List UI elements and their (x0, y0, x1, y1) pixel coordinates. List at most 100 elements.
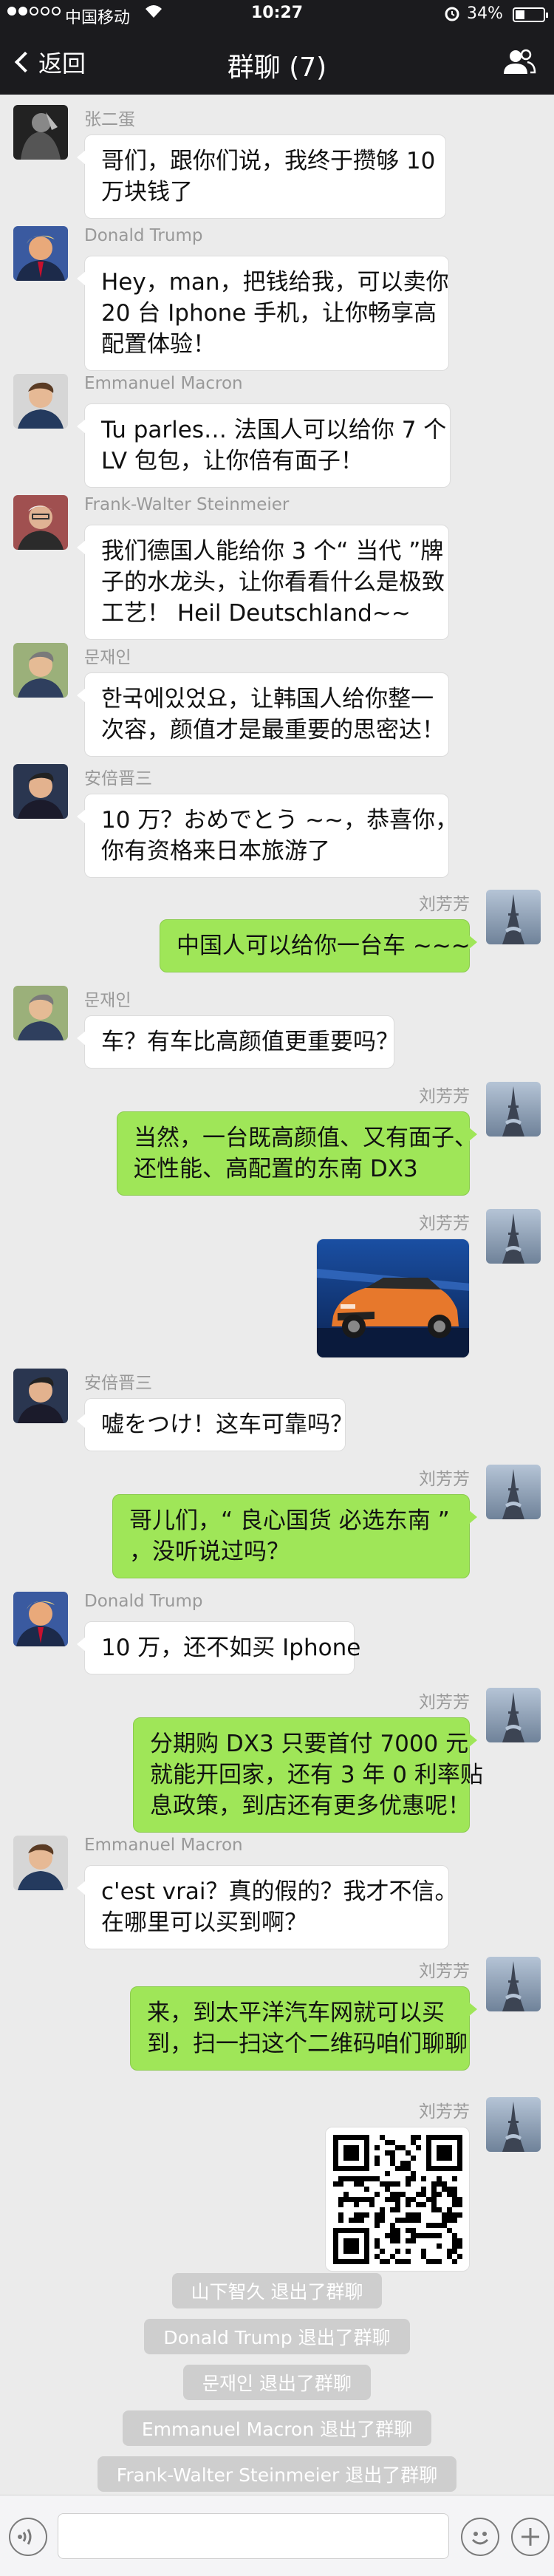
message-text-line: 工艺！ Heil Deutschland~~ (101, 600, 411, 627)
battery-fill (516, 10, 524, 19)
message-text-line: 车？有车比高颜值更重要吗？ (101, 1029, 399, 1055)
sender-name: Frank-Walter Steinmeier (84, 495, 290, 514)
avatar[interactable] (13, 1592, 68, 1646)
avatar[interactable] (13, 986, 68, 1040)
message-text-line: 在哪里可以买到啊？ (101, 1909, 307, 1936)
sender-name: Emmanuel Macron (84, 1836, 243, 1855)
plus-icon[interactable] (511, 2518, 550, 2556)
sender-name: 张二蛋 (84, 110, 135, 129)
avatar[interactable] (13, 226, 68, 281)
avatar[interactable] (13, 1369, 68, 1423)
qr-code-image[interactable] (325, 2127, 470, 2272)
avatar[interactable] (13, 1836, 68, 1890)
avatar[interactable] (486, 1957, 541, 2011)
message-text-line: 20 台 Iphone 手机，让你畅享高 (101, 300, 437, 327)
system-notice: 山下智久 退出了群聊 (0, 2273, 554, 2308)
message-text-line: 配置体验！ (101, 331, 216, 358)
message-bubble[interactable]: 分期购 DX3 只要首付 7000 元就能开回家，还有 3 年 0 利率贴 息政策… (133, 1717, 483, 1833)
message-text-line: 嘘をつけ！这车可靠吗？ (101, 1411, 353, 1438)
sender-name: 문재인 (84, 991, 131, 1010)
avatar[interactable] (486, 1082, 541, 1137)
sender-name: 刘芳芳 (419, 1470, 470, 1489)
input-bar (0, 2495, 554, 2576)
message-text-line: ，没听说过吗？ (129, 1539, 290, 1565)
message-text-line: 息政策，到店还有更多优惠呢！ (150, 1793, 471, 1819)
message-text-line: 子的水龙头，让你看看什么是极致 (101, 569, 445, 596)
message-bubble[interactable]: 当然，一台既高颜值、又有面子、 还性能、高配置的东南 DX3 (117, 1111, 477, 1196)
message-input[interactable] (58, 2513, 449, 2559)
system-notice: 문재인 退出了群聊 (0, 2365, 554, 2400)
message-bubble[interactable]: 10 万，还不如买 Iphone (77, 1621, 361, 1674)
nav-bar: 返回 群聊 (7) (0, 30, 554, 95)
message-text-line: 한국에있었요，让韩国人给你整一 (101, 686, 434, 712)
message-bubble[interactable]: 哥们，跟你们说，我终于攒够 10 万块钱了 (77, 134, 446, 219)
message-bubble[interactable]: 哥儿们，“ 良心国货 必选东南 ” ，没听说过吗？ (112, 1494, 477, 1578)
message-bubble[interactable]: 한국에있었요，让韩国人给你整一 次容，颜值才是最重要的思密达！ (77, 672, 449, 757)
message-bubble[interactable]: Tu parles… 法国人可以给你 7 个 LV 包包，让你倍有面子！ (77, 403, 451, 488)
system-notice: Frank-Walter Steinmeier 退出了群聊 (0, 2456, 554, 2492)
avatar[interactable] (13, 764, 68, 819)
car-photo-image[interactable] (316, 1238, 470, 1358)
message-text-line: 哥儿们，“ 良心国货 必选东南 ” (129, 1507, 450, 1534)
system-notice: Donald Trump 退出了群聊 (0, 2319, 554, 2354)
chat-area[interactable]: 张二蛋哥们，跟你们说，我终于攒够 10 万块钱了 Donald Trump Hey，m… (0, 95, 554, 2495)
battery-percentage: 34% (467, 4, 503, 23)
message-text-line: 10 万，还不如买 Iphone (101, 1635, 361, 1661)
message-bubble[interactable]: 我们德国人能给你 3 个“ 当代 ”牌 子的水龙头，让你看看什么是极致 工艺！ He… (77, 525, 449, 640)
message-text-line: 哥们，跟你们说，我终于攒够 10 (101, 148, 436, 174)
message-text-line: 当然，一台既高颜值、又有面子、 (134, 1125, 477, 1151)
avatar[interactable] (486, 1465, 541, 1519)
sender-name: 刘芳芳 (419, 1214, 470, 1233)
system-notice-text: Donald Trump 退出了群聊 (144, 2319, 410, 2354)
sender-name: Donald Trump (84, 226, 203, 245)
message-bubble[interactable]: 中国人可以给你一台车 ~~~ (160, 919, 477, 972)
sender-name: 刘芳芳 (419, 1087, 470, 1106)
system-notice-text: 문재인 退出了群聊 (183, 2365, 371, 2400)
message-text-line: LV 包包，让你倍有面子！ (101, 448, 363, 474)
avatar[interactable] (486, 1209, 541, 1264)
avatar[interactable] (13, 374, 68, 429)
system-notice-text: Emmanuel Macron 退出了群聊 (122, 2410, 432, 2446)
system-notice: Emmanuel Macron 退出了群聊 (0, 2410, 554, 2446)
message-bubble[interactable]: c'est vrai？真的假的？我才不信。 在哪里可以买到啊？ (77, 1865, 458, 1949)
message-text-line: 万块钱了 (101, 179, 193, 205)
avatar[interactable] (486, 2097, 541, 2152)
message-text-line: 我们德国人能给你 3 个“ 当代 ”牌 (101, 538, 444, 565)
message-text-line: 还性能、高配置的东南 DX3 (134, 1156, 418, 1182)
system-notice-text: 山下智久 退出了群聊 (171, 2273, 383, 2308)
system-notice-text: Frank-Walter Steinmeier 退出了群聊 (97, 2456, 457, 2492)
sender-name: 문재인 (84, 648, 131, 667)
message-text-line: Hey，man，把钱给我，可以卖你 (101, 269, 449, 296)
message-bubble[interactable]: Hey，man，把钱给我，可以卖你 20 台 Iphone 手机，让你畅享高 配置体… (77, 256, 449, 371)
message-text-line: c'est vrai？真的假的？我才不信。 (101, 1878, 458, 1905)
message-bubble[interactable]: 车？有车比高颜值更重要吗？ (77, 1015, 399, 1069)
voice-icon[interactable] (9, 2518, 47, 2556)
message-text-line: 你有资格来日本旅游了 (101, 838, 330, 865)
avatar[interactable] (486, 1688, 541, 1742)
group-members-icon[interactable] (501, 47, 536, 77)
sender-name: Emmanuel Macron (84, 374, 243, 393)
sender-name: 安倍晋三 (84, 1374, 152, 1393)
message-text-line: 分期购 DX3 只要首付 7000 元 (150, 1731, 469, 1757)
status-bar: 中国移动 10:27 34% (0, 0, 554, 30)
message-text-line: 中国人可以给你一台车 ~~~ (177, 933, 471, 959)
message-bubble[interactable]: 来，到太平洋汽车网就可以买 到，扫一扫这个二维码咱们聊聊 (130, 1986, 477, 2071)
sender-name: 刘芳芳 (419, 2102, 470, 2122)
sender-name: Donald Trump (84, 1592, 203, 1611)
sender-name: 刘芳芳 (419, 1693, 470, 1712)
message-text-line: 次容，颜值才是最重要的思密达！ (101, 717, 445, 743)
sender-name: 刘芳芳 (419, 1962, 470, 1981)
avatar[interactable] (13, 105, 68, 160)
avatar[interactable] (13, 495, 68, 550)
avatar[interactable] (486, 890, 541, 944)
avatar[interactable] (13, 643, 68, 698)
message-text-line: 10 万？おめでとう ~~，恭喜你， (101, 807, 459, 834)
alarm-icon (443, 4, 461, 27)
message-bubble[interactable]: 10 万？おめでとう ~~，恭喜你， 你有资格来日本旅游了 (77, 794, 459, 878)
sender-name: 刘芳芳 (419, 895, 470, 914)
message-text-line: 来，到太平洋汽车网就可以买 (147, 2000, 445, 2026)
emoji-icon[interactable] (461, 2518, 499, 2556)
message-text-line: 就能开回家，还有 3 年 0 利率贴 (150, 1762, 483, 1788)
message-bubble[interactable]: 嘘をつけ！这车可靠吗？ (77, 1398, 353, 1451)
message-text-line: 到，扫一扫这个二维码咱们聊聊 (147, 2031, 468, 2057)
